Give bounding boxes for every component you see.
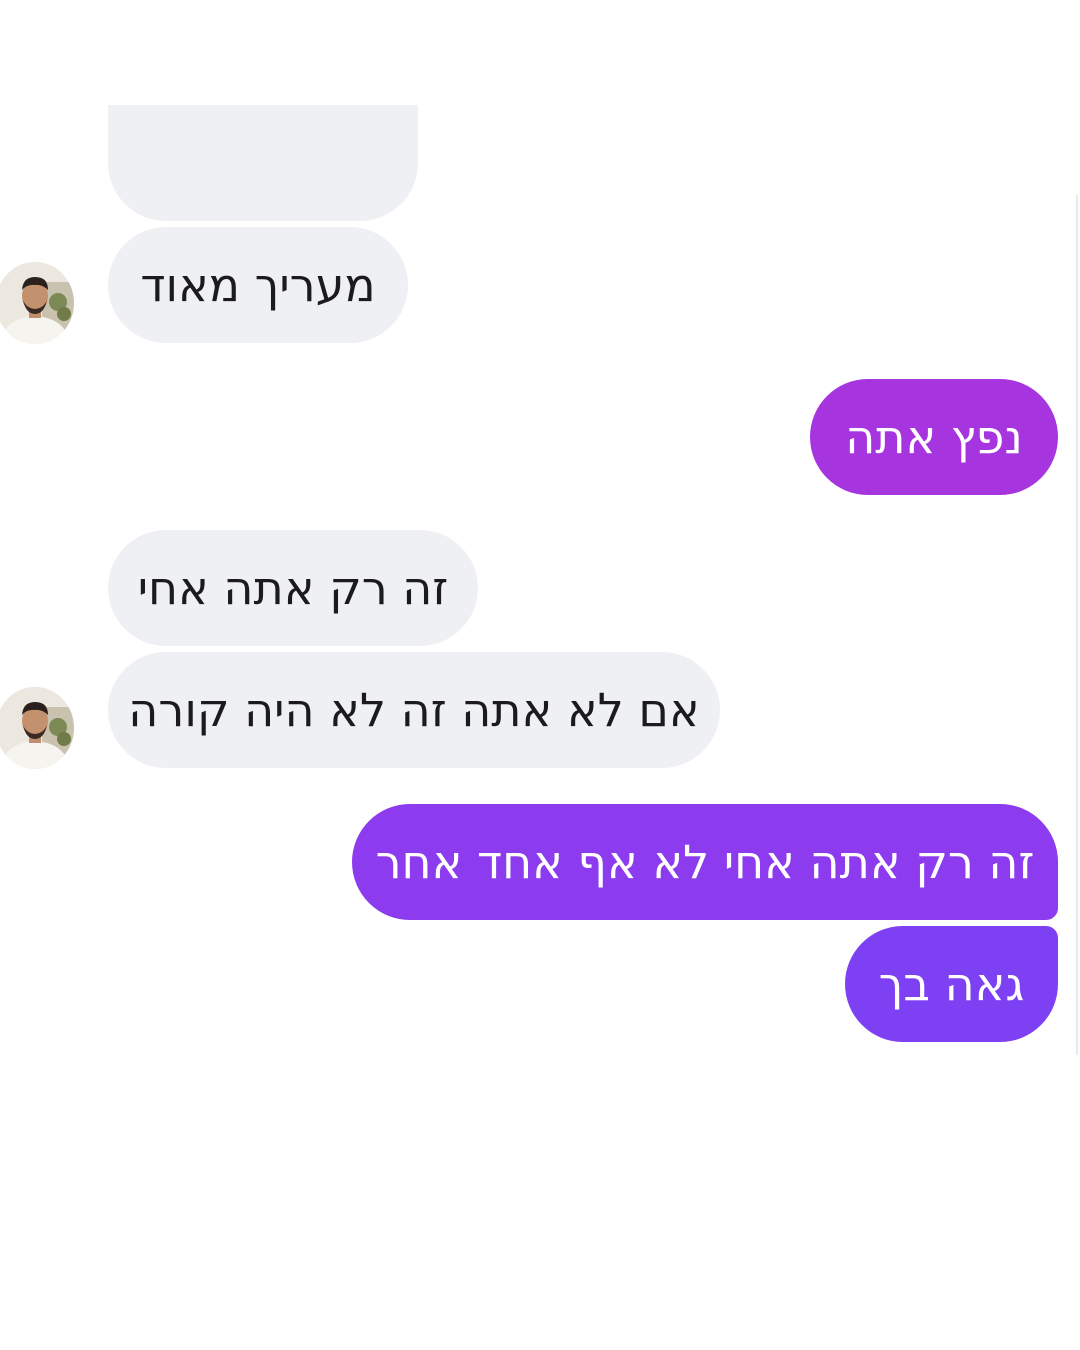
message-bubble-incoming-partial[interactable] bbox=[108, 105, 418, 221]
message-text: אם לא אתה זה לא היה קורה bbox=[128, 683, 700, 737]
person-avatar-icon bbox=[0, 262, 74, 344]
message-bubble-incoming[interactable]: זה רק אתה אחי bbox=[108, 530, 478, 646]
message-text: גאה בך bbox=[878, 957, 1025, 1011]
message-text: נפץ אתה bbox=[845, 410, 1023, 464]
message-bubble-outgoing[interactable]: גאה בך bbox=[845, 926, 1058, 1042]
message-bubble-incoming[interactable]: אם לא אתה זה לא היה קורה bbox=[108, 652, 720, 768]
person-avatar-icon bbox=[0, 687, 74, 769]
scrollbar-track bbox=[1076, 195, 1078, 1055]
message-text: מעריך מאוד bbox=[140, 258, 376, 312]
message-text: זה רק אתה אחי bbox=[137, 561, 449, 615]
message-text: זה רק אתה אחי לא אף אחד אחר bbox=[375, 835, 1035, 889]
message-bubble-incoming[interactable]: מעריך מאוד bbox=[108, 227, 408, 343]
chat-screen: מעריך מאוד נפץ אתה זה רק אתה אחי אם לא א… bbox=[0, 0, 1080, 1350]
message-bubble-outgoing[interactable]: נפץ אתה bbox=[810, 379, 1058, 495]
contact-avatar[interactable] bbox=[0, 262, 74, 344]
contact-avatar[interactable] bbox=[0, 687, 74, 769]
message-bubble-outgoing[interactable]: זה רק אתה אחי לא אף אחד אחר bbox=[352, 804, 1058, 920]
